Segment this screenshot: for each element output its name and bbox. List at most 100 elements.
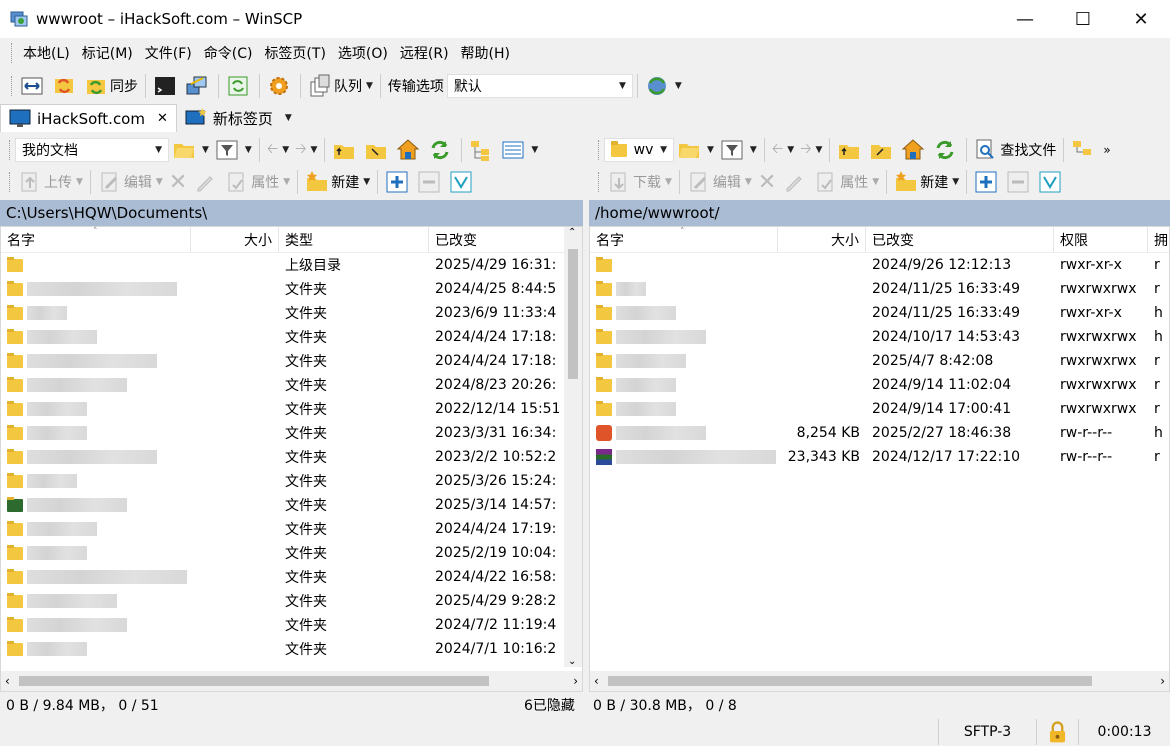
menu-help[interactable]: 帮助(H) [455,43,516,63]
menu-options[interactable]: 选项(O) [332,43,394,63]
local-filter-button[interactable]: ▼ [212,136,255,164]
remote-filter-button[interactable]: ▼ [717,136,760,164]
tab-session-ihacksoft[interactable]: iHackSoft.com ✕ [0,104,177,132]
scroll-up-icon[interactable]: ⌃ [568,227,576,238]
remote-root-dir-button[interactable] [866,136,898,164]
local-view-button[interactable]: ▼ [498,136,541,164]
remote-path-bar[interactable]: /home/wwwroot/ [589,200,1170,226]
table-row[interactable]: 文件夹 2024/4/24 17:18: [1,349,582,373]
table-row[interactable]: 文件夹 2024/4/24 17:19: [1,517,582,541]
col-changed[interactable]: 已改变 [866,226,1054,253]
download-button[interactable]: 下载 ▼ [604,168,675,196]
find-files-button[interactable]: 查找文件 [971,136,1059,164]
local-new-button[interactable]: 新建 ▼ [302,168,373,196]
scroll-down-icon[interactable]: ⌄ [568,656,576,667]
menu-local[interactable]: 本地(L) [17,43,76,63]
table-row[interactable]: 2024/9/26 12:12:13 rwxr-xr-x r [590,253,1169,277]
scroll-right-icon[interactable]: › [1160,674,1165,688]
transfer-settings-select[interactable]: 默认 ▼ [446,74,633,98]
remote-rename-button[interactable] [779,168,811,196]
local-horizontal-scrollbar[interactable]: ‹ › [1,671,582,691]
table-row[interactable]: 文件夹 2022/12/14 15:51 [1,397,582,421]
terminal-button[interactable] [150,72,182,100]
remote-new-button[interactable]: 新建 ▼ [891,168,962,196]
remote-horizontal-scrollbar[interactable]: ‹ › [590,671,1169,691]
menu-tabs[interactable]: 标签页(T) [258,43,331,63]
table-row[interactable]: 文件夹 2025/2/19 10:04: [1,541,582,565]
table-row[interactable]: 文件夹 2023/6/9 11:33:4 [1,301,582,325]
menu-remote[interactable]: 远程(R) [394,43,455,63]
remote-delete-button[interactable]: ✕ [755,168,779,196]
remote-open-dir-button[interactable]: ▼ [674,136,717,164]
upload-button[interactable]: 上传 ▼ [15,168,86,196]
local-unselect-button[interactable] [414,168,446,196]
synchronize-browse-button[interactable] [49,72,81,100]
local-root-dir-button[interactable] [361,136,393,164]
compare-dirs-button[interactable] [17,72,49,100]
table-row[interactable]: 文件夹 2024/8/23 20:26: [1,373,582,397]
local-path-bar[interactable]: C:\Users\HQW\Documents\ [0,200,583,226]
close-button[interactable]: ✕ [1112,0,1170,38]
maximize-button[interactable]: ☐ [1054,0,1112,38]
local-refresh-button[interactable] [425,136,457,164]
col-size[interactable]: 大小 [191,226,279,253]
minimize-button[interactable]: — [996,0,1054,38]
toolbar-overflow-icon[interactable]: » [1100,136,1113,164]
local-vertical-scrollbar[interactable]: ⌃ ⌄ [564,227,582,667]
table-row[interactable]: 文件夹 2023/3/31 16:34: [1,421,582,445]
table-row[interactable]: 文件夹 2024/4/24 17:18: [1,325,582,349]
menu-commands[interactable]: 命令(C) [198,43,259,63]
local-edit-button[interactable]: 编辑 ▼ [95,168,166,196]
table-row[interactable]: 文件夹 2024/4/22 16:58: [1,565,582,589]
encryption-status[interactable] [1036,719,1078,745]
table-row[interactable]: 文件夹 2024/7/2 11:19:4 [1,613,582,637]
table-row[interactable]: 2024/11/25 16:33:49 rwxrwxrwx r [590,277,1169,301]
scroll-left-icon[interactable]: ‹ [5,674,10,688]
table-row[interactable]: 文件夹 2024/7/1 10:16:2 [1,637,582,661]
table-row[interactable]: 文件夹 2023/2/2 10:52:2 [1,445,582,469]
table-row[interactable]: 文件夹 2025/3/26 15:24: [1,469,582,493]
local-hidden-count[interactable]: 6已隐藏 [524,695,575,715]
scroll-left-icon[interactable]: ‹ [594,674,599,688]
menu-files[interactable]: 文件(F) [139,43,198,63]
preferences-button[interactable] [264,72,296,100]
table-row[interactable]: 2024/9/14 17:00:41 rwxrwxrwx r [590,397,1169,421]
table-row[interactable]: 2024/10/17 14:53:43 rwxrwxrwx h [590,325,1169,349]
table-row[interactable]: 上级目录 2025/4/29 16:31: [1,253,582,277]
remote-properties-button[interactable]: 属性 ▼ [811,168,882,196]
remote-forward-button[interactable]: 🡢 ▼ [797,136,825,164]
local-back-button[interactable]: 🡠 ▼ [264,136,292,164]
local-select-all-button[interactable] [382,168,414,196]
table-row[interactable]: 8,254 KB 2025/2/27 18:46:38 rw-r--r-- h [590,421,1169,445]
remote-refresh-button[interactable] [930,136,962,164]
remote-home-button[interactable] [898,136,930,164]
remote-tree-button[interactable] [1068,136,1100,164]
chevron-down-icon[interactable]: ▼ [285,113,292,123]
table-row[interactable]: 2025/4/7 8:42:08 rwxrwxrwx r [590,349,1169,373]
col-changed[interactable]: 已改变 [429,227,563,253]
refresh-all-button[interactable] [223,72,255,100]
local-open-dir-button[interactable]: ▼ [169,136,212,164]
col-type[interactable]: 类型 [279,226,429,253]
table-row[interactable]: 文件夹 2025/4/29 9:28:2 [1,589,582,613]
col-rights[interactable]: 权限 [1054,226,1148,253]
local-vscroll-thumb[interactable] [568,249,578,379]
remote-edit-button[interactable]: 编辑 ▼ [684,168,755,196]
close-tab-icon[interactable]: ✕ [157,111,168,126]
remote-location-select[interactable]: wv ▼ [604,138,674,162]
synchronize-button[interactable]: 同步 [81,72,141,100]
table-row[interactable]: 23,343 KB 2024/12/17 17:22:10 rw-r--r-- r [590,445,1169,469]
putty-button[interactable] [182,72,214,100]
col-size[interactable]: 大小 [778,226,866,253]
local-parent-dir-button[interactable] [329,136,361,164]
local-filter-select-button[interactable] [446,168,478,196]
scroll-right-icon[interactable]: › [573,674,578,688]
menu-mark[interactable]: 标记(M) [76,43,139,63]
tab-new[interactable]: 新标签页 ▼ [177,104,300,132]
table-row[interactable]: 文件夹 2025/3/14 14:57: [1,493,582,517]
remote-file-list[interactable]: 名字 大小 已改变 权限 拥 ˄ 2024/9/26 12:12:13 rwxr-… [589,226,1170,692]
remote-filter-select-button[interactable] [1035,168,1067,196]
remote-unselect-button[interactable] [1003,168,1035,196]
local-home-button[interactable] [393,136,425,164]
remote-parent-dir-button[interactable] [834,136,866,164]
